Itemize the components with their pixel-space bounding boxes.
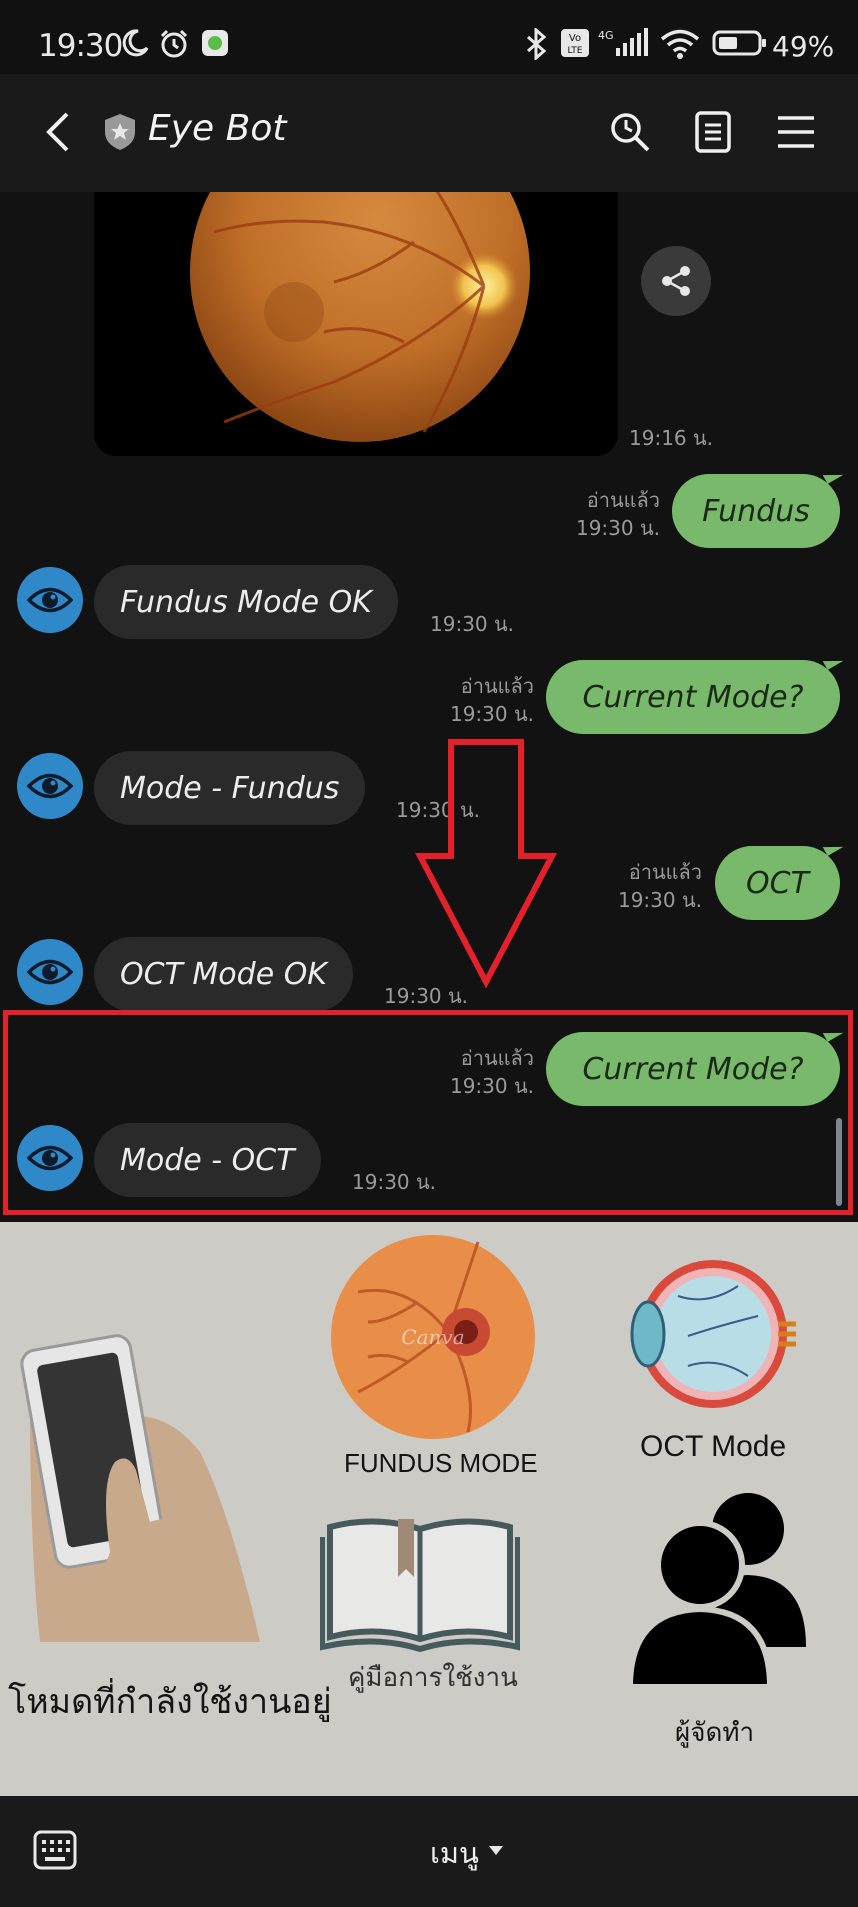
- search-icon: [611, 113, 650, 152]
- chat-title: Eye Bot: [148, 108, 287, 149]
- eye-icon: [27, 773, 73, 799]
- bot-avatar[interactable]: [17, 567, 83, 633]
- eye-anatomy-icon: [630, 1260, 796, 1408]
- current-mode-tile[interactable]: โหมดที่กำลังใช้งานอยู่: [0, 1222, 332, 1796]
- svg-text:Canva: Canva: [401, 1325, 464, 1349]
- creators-label: ผู้จัดทำ: [675, 1717, 755, 1747]
- bluetooth-icon: [522, 26, 550, 64]
- bottom-bar: เมนู: [0, 1796, 858, 1907]
- search-button[interactable]: [602, 104, 658, 160]
- rich-menu: โหมดที่กำลังใช้งานอยู่ Canva FUNDUS MODE: [0, 1222, 858, 1796]
- creators-tile[interactable]: ผู้จัดทำ: [590, 1493, 858, 1796]
- read-receipt: อ่านแล้ว 19:30 น.: [449, 674, 534, 726]
- oct-mode-tile[interactable]: OCT Mode: [590, 1222, 858, 1492]
- eye-icon: [27, 959, 73, 985]
- annotation-highlight-box: [3, 1010, 853, 1215]
- fundus-icon: Canva: [331, 1235, 535, 1439]
- incoming-message[interactable]: OCT Mode OK: [94, 937, 353, 1011]
- chat-header: Eye Bot: [0, 74, 858, 192]
- svg-text:4G: 4G: [598, 29, 614, 42]
- people-icon: [630, 1493, 806, 1687]
- current-mode-label: โหมดที่กำลังใช้งานอยู่: [8, 1683, 332, 1721]
- notes-button[interactable]: [685, 104, 741, 160]
- manual-tile[interactable]: คู่มือการใช้งาน: [300, 1507, 580, 1796]
- chat-scrollbar[interactable]: [836, 1118, 842, 1206]
- app-notification-icon: [200, 28, 230, 62]
- fundus-photo: [190, 192, 530, 442]
- svg-text:LTE: LTE: [568, 46, 583, 56]
- fundus-image-message[interactable]: [94, 192, 618, 456]
- read-receipt: อ่านแล้ว 19:30 น.: [575, 488, 660, 540]
- manual-label: คู่มือการใช้งาน: [348, 1662, 518, 1692]
- outgoing-message[interactable]: Fundus: [672, 474, 840, 548]
- hand-phone-icon: [20, 1334, 260, 1642]
- moon-icon: [120, 28, 150, 62]
- status-bar: 19:30 Vo LTE 4G 49%: [0, 0, 858, 74]
- official-badge-icon: [92, 104, 148, 160]
- message-time: 19:16 น.: [629, 426, 714, 450]
- wifi-icon: [660, 28, 700, 64]
- keyboard-button[interactable]: [33, 1830, 77, 1874]
- bot-avatar[interactable]: [17, 753, 83, 819]
- notes-icon: [695, 111, 731, 153]
- chevron-left-icon: [46, 112, 69, 152]
- outgoing-message[interactable]: OCT: [715, 846, 840, 920]
- eye-icon: [27, 587, 73, 613]
- menu-toggle-label: เมนู: [430, 1836, 479, 1870]
- battery-icon: [712, 28, 768, 62]
- read-receipt: อ่านแล้ว 19:30 น.: [617, 860, 702, 912]
- share-button[interactable]: [641, 246, 711, 316]
- volte-icon: Vo LTE: [560, 28, 590, 62]
- keyboard-icon: [33, 1830, 77, 1870]
- battery-percent: 49%: [772, 30, 835, 63]
- hamburger-icon: [778, 116, 814, 148]
- menu-button[interactable]: [768, 104, 824, 160]
- signal-icon: 4G: [598, 28, 650, 62]
- svg-text:Vo: Vo: [569, 33, 581, 44]
- incoming-message[interactable]: Mode - Fundus: [94, 751, 366, 825]
- oct-mode-label: OCT Mode: [640, 1430, 787, 1463]
- annotation-down-arrow: [415, 739, 557, 988]
- book-icon: [320, 1518, 520, 1653]
- back-button[interactable]: [30, 104, 86, 160]
- fundus-mode-tile[interactable]: Canva FUNDUS MODE: [300, 1222, 580, 1492]
- share-icon: [662, 266, 690, 296]
- message-time: 19:30 น.: [430, 612, 515, 636]
- caret-down-icon: [489, 1846, 503, 1855]
- incoming-message[interactable]: Fundus Mode OK: [94, 565, 398, 639]
- fundus-mode-label: FUNDUS MODE: [344, 1448, 538, 1478]
- status-time: 19:30: [38, 28, 123, 64]
- bot-avatar[interactable]: [17, 939, 83, 1005]
- outgoing-message[interactable]: Current Mode?: [546, 660, 840, 734]
- alarm-icon: [158, 28, 190, 64]
